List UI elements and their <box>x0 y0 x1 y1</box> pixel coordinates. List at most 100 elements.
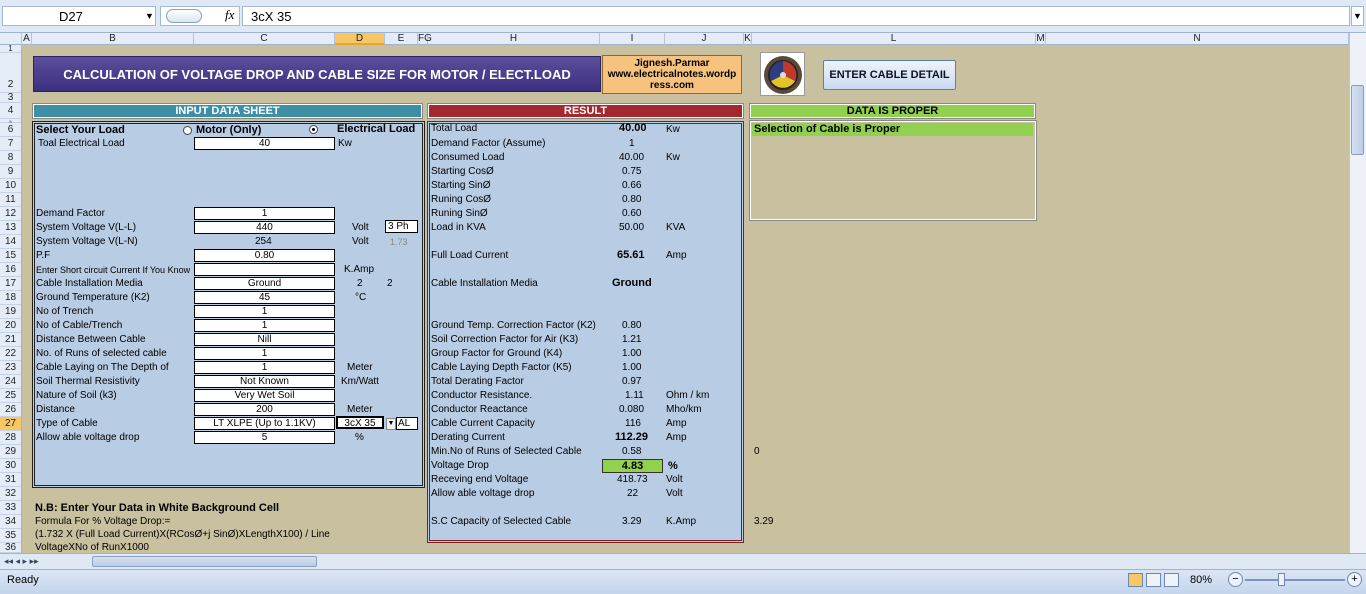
row-22[interactable]: 22 <box>0 347 21 361</box>
zoom-slider-knob[interactable] <box>1278 573 1285 586</box>
cable-size-select[interactable]: 3cX 35 <box>336 416 384 429</box>
col-b[interactable]: B <box>32 33 194 45</box>
sqrt3-value: 1.73 <box>390 237 408 247</box>
row-8[interactable]: 8 <box>0 151 21 165</box>
allow-drop-unit: % <box>355 432 364 443</box>
formula-input[interactable]: 3cX 35 <box>242 6 1350 26</box>
col-m[interactable]: M <box>1036 33 1046 45</box>
col-c[interactable]: C <box>194 33 335 45</box>
col-k[interactable]: K <box>744 33 752 45</box>
cable-type-select[interactable]: LT XLPE (Up to 1.1KV) <box>194 417 335 430</box>
horizontal-scroll-thumb[interactable] <box>92 556 317 567</box>
short-circuit-input[interactable] <box>194 263 335 276</box>
soil-label: Nature of Soil (k3) <box>36 390 117 401</box>
row-1[interactable]: 1 <box>0 45 21 53</box>
distance-input[interactable]: 200 <box>194 403 335 416</box>
zoom-level[interactable]: 80% <box>1190 574 1212 586</box>
row-23[interactable]: 23 <box>0 361 21 375</box>
system-voltage-ll-input[interactable]: 440 <box>194 221 335 234</box>
row-11[interactable]: 11 <box>0 193 21 207</box>
enter-cable-detail-button[interactable]: ENTER CABLE DETAIL <box>823 60 956 90</box>
insert-function-icon[interactable]: fx <box>225 7 234 23</box>
col-l[interactable]: L <box>752 33 1036 45</box>
expand-formula-icon[interactable]: ▼ <box>1351 6 1364 26</box>
row-24[interactable]: 24 <box>0 375 21 389</box>
installation-media-input[interactable]: Ground <box>194 277 335 290</box>
row-6[interactable]: 6 <box>0 123 21 137</box>
row-3[interactable]: 3 <box>0 93 21 103</box>
row-33[interactable]: 33 <box>0 501 21 515</box>
row-13[interactable]: 13 <box>0 221 21 235</box>
row-29[interactable]: 29 <box>0 445 21 459</box>
normal-view-icon[interactable] <box>1128 573 1143 587</box>
r-tdf-label: Total Derating Factor <box>431 376 524 387</box>
thermal-input[interactable]: Not Known <box>194 375 335 388</box>
row-36[interactable]: 36 <box>0 543 21 553</box>
zoom-slider[interactable] <box>1245 579 1345 581</box>
vertical-scroll-thumb[interactable] <box>1351 85 1364 155</box>
total-load-input[interactable]: 40 <box>194 137 335 150</box>
row-7[interactable]: 7 <box>0 137 21 151</box>
soil-input[interactable]: Very Wet Soil <box>194 389 335 402</box>
name-box[interactable]: D27 <box>2 6 156 26</box>
dropdown-arrow-icon[interactable]: ▼ <box>386 418 396 430</box>
depth-label: Cable Laying on The Depth of <box>36 362 169 373</box>
zoom-out-icon[interactable]: − <box>1228 572 1243 587</box>
row-4[interactable]: 4 <box>0 103 21 119</box>
pf-input[interactable]: 0.80 <box>194 249 335 262</box>
col-h[interactable]: H <box>428 33 600 45</box>
col-e[interactable]: E <box>385 33 418 45</box>
row-27[interactable]: 27 <box>0 417 21 431</box>
formula-oval-icon[interactable] <box>166 9 202 23</box>
electrical-load-radio[interactable] <box>309 125 318 134</box>
allow-drop-input[interactable]: 5 <box>194 431 335 444</box>
sheet-nav-arrows-icon[interactable]: ◂◂ ◂ ▸ ▸▸ <box>4 556 39 567</box>
col-fg[interactable]: FG <box>418 33 432 45</box>
depth-input[interactable]: 1 <box>194 361 335 374</box>
chevron-down-icon[interactable]: ▼ <box>145 11 154 21</box>
phase-select[interactable]: 3 Ph <box>385 220 418 233</box>
row-10[interactable]: 10 <box>0 179 21 193</box>
row-30[interactable]: 30 <box>0 459 21 473</box>
row-28[interactable]: 28 <box>0 431 21 445</box>
row-17[interactable]: 17 <box>0 277 21 291</box>
row-32[interactable]: 32 <box>0 487 21 501</box>
row-19[interactable]: 19 <box>0 305 21 319</box>
row-20[interactable]: 20 <box>0 319 21 333</box>
r-media-label: Cable Installation Media <box>431 278 538 289</box>
row-14[interactable]: 14 <box>0 235 21 249</box>
row-25[interactable]: 25 <box>0 389 21 403</box>
r-total-load-label: Total Load <box>431 123 478 134</box>
row-16[interactable]: 16 <box>0 263 21 277</box>
material-cell[interactable]: AL <box>396 417 418 430</box>
ground-temp-input[interactable]: 45 <box>194 291 335 304</box>
row-18[interactable]: 18 <box>0 291 21 305</box>
page-break-view-icon[interactable] <box>1164 573 1179 587</box>
row-34[interactable]: 34 <box>0 515 21 529</box>
page-layout-view-icon[interactable] <box>1146 573 1161 587</box>
row-31[interactable]: 31 <box>0 473 21 487</box>
col-j[interactable]: J <box>665 33 744 45</box>
r-total-load-value: 40.00 <box>619 122 647 134</box>
zoom-in-icon[interactable]: + <box>1347 572 1362 587</box>
col-i[interactable]: I <box>600 33 665 45</box>
row-2[interactable]: 2 <box>0 53 21 93</box>
col-d[interactable]: D <box>335 33 385 45</box>
col-a[interactable]: A <box>22 33 32 45</box>
distance-between-input[interactable]: Nill <box>194 333 335 346</box>
r-receiving-unit: Volt <box>666 474 683 485</box>
runs-input[interactable]: 1 <box>194 347 335 360</box>
row-26[interactable]: 26 <box>0 403 21 417</box>
status-section-header: DATA IS PROPER <box>749 103 1036 119</box>
motor-radio[interactable] <box>183 126 192 135</box>
trench-input[interactable]: 1 <box>194 305 335 318</box>
cable-per-trench-input[interactable]: 1 <box>194 319 335 332</box>
row-35[interactable]: 35 <box>0 529 21 543</box>
row-9[interactable]: 9 <box>0 165 21 179</box>
row-21[interactable]: 21 <box>0 333 21 347</box>
demand-factor-input[interactable]: 1 <box>194 207 335 220</box>
col-n[interactable]: N <box>1046 33 1349 45</box>
r-min-runs-label: Min.No of Runs of Selected Cable <box>431 446 582 457</box>
row-15[interactable]: 15 <box>0 249 21 263</box>
row-12[interactable]: 12 <box>0 207 21 221</box>
